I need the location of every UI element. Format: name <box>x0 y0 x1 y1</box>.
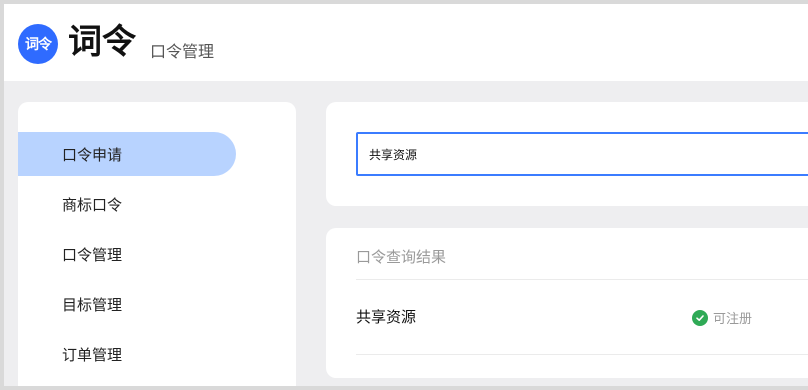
sidebar-item-password-apply[interactable]: 口令申请 <box>18 132 236 176</box>
logo-badge: 词令 <box>18 24 58 64</box>
result-title: 口令查询结果 <box>356 248 447 266</box>
sidebar-item-order-management[interactable]: 订单管理 <box>18 332 236 376</box>
sidebar-item-target-management[interactable]: 目标管理 <box>18 282 236 326</box>
search-input[interactable] <box>356 132 808 176</box>
sidebar-item-trademark-password[interactable]: 商标口令 <box>18 182 236 226</box>
result-card: 口令查询结果 共享资源 可注册 <box>326 228 808 378</box>
sidebar: 口令申请 商标口令 口令管理 目标管理 订单管理 <box>18 102 296 386</box>
brand-title: 词令 <box>68 22 136 62</box>
sidebar-item-password-management[interactable]: 口令管理 <box>18 232 236 276</box>
header: 词令 词令 口令管理 <box>4 4 808 81</box>
status-badge: 可注册 <box>692 308 752 327</box>
search-card <box>326 102 808 206</box>
page-subtitle: 口令管理 <box>150 42 215 61</box>
divider <box>356 354 808 355</box>
check-circle-icon <box>692 309 708 326</box>
status-label: 可注册 <box>713 312 753 327</box>
result-name: 共享资源 <box>356 308 417 326</box>
divider <box>356 279 808 280</box>
app-window: 词令 词令 口令管理 口令申请 商标口令 口令管理 目标管理 订单管理 口令查询… <box>4 4 808 386</box>
